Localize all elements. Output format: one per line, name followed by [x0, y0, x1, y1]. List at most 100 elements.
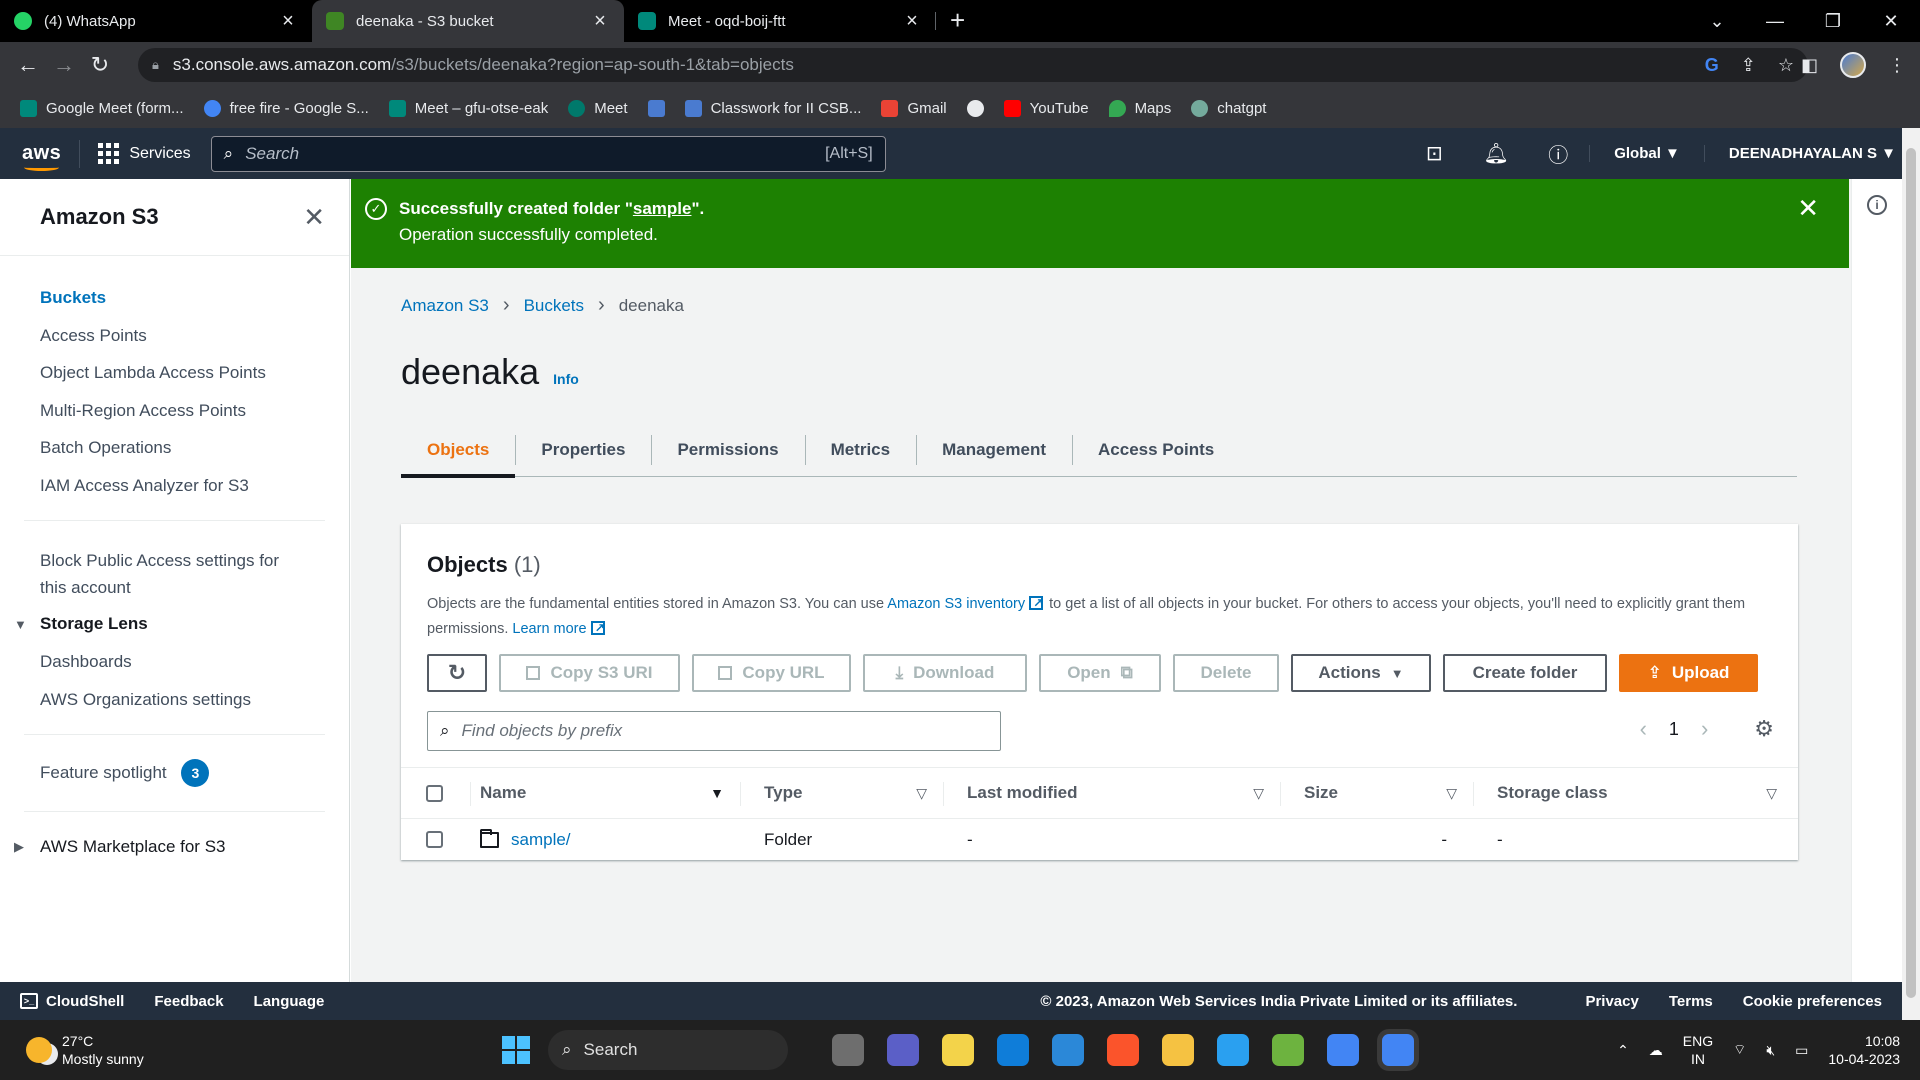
sidebar-item-block-public-access[interactable]: Block Public Access settings for this ac… [40, 537, 309, 605]
taskbar-app-icon[interactable] [942, 1034, 974, 1066]
feedback-link[interactable]: Feedback [154, 993, 223, 1010]
bookmark-item[interactable]: Gmail [881, 99, 947, 117]
taskbar-search[interactable]: ⌕ Search [548, 1030, 788, 1070]
volume-muted-icon[interactable]: 🔇︎ [1766, 1042, 1775, 1059]
dismiss-flash-icon[interactable]: ✕ [1797, 193, 1819, 268]
object-name-link[interactable]: sample/ [511, 830, 571, 850]
bookmark-item[interactable]: chatgpt [1191, 99, 1266, 117]
reload-icon[interactable]: ↻ [82, 52, 118, 78]
close-window-icon[interactable]: ✕ [1862, 11, 1920, 32]
bookmark-item[interactable]: Meet – gfu-otse-eak [388, 99, 548, 117]
minimize-icon[interactable]: — [1746, 11, 1804, 32]
flash-folder-link[interactable]: sample [633, 199, 692, 218]
cookie-preferences-link[interactable]: Cookie preferences [1743, 993, 1882, 1010]
learn-more-link[interactable]: Learn more [512, 621, 586, 637]
clock[interactable]: 10:08 10-04-2023 [1828, 1032, 1900, 1068]
taskbar-app-icon[interactable] [1327, 1034, 1359, 1066]
copy-s3-uri-button[interactable]: Copy S3 URI [499, 654, 680, 692]
bookmark-item[interactable] [647, 99, 665, 117]
profile-avatar[interactable] [1840, 52, 1866, 78]
aws-logo[interactable]: aws [22, 142, 61, 171]
marketplace-section[interactable]: ▶ AWS Marketplace for S3 [14, 828, 309, 866]
storage-lens-section[interactable]: ▼ Storage Lens [14, 605, 309, 643]
column-type[interactable]: Type ▽ [740, 768, 943, 818]
column-size[interactable]: Size ▽ [1280, 768, 1473, 818]
bookmark-item[interactable]: YouTube [1003, 99, 1089, 117]
taskbar-app-icon[interactable] [1052, 1034, 1084, 1066]
cloudshell-icon[interactable]: ⊡ [1403, 141, 1465, 166]
wifi-icon[interactable]: ⌔ [1733, 1041, 1746, 1059]
tab-management[interactable]: Management [916, 423, 1072, 477]
language-indicator[interactable]: ENG IN [1683, 1032, 1713, 1068]
sidebar-item-iam-analyzer[interactable]: IAM Access Analyzer for S3 [40, 467, 309, 505]
sidebar-item-org-settings[interactable]: AWS Organizations settings [40, 681, 309, 719]
bookmark-item[interactable]: free fire - Google S... [203, 99, 369, 117]
account-menu[interactable]: DEENADHAYALAN S ▼ [1703, 145, 1920, 162]
close-tab-icon[interactable]: × [278, 10, 298, 33]
taskbar-app-icon[interactable] [1217, 1034, 1249, 1066]
url-field[interactable]: 🔒︎ s3.console.aws.amazon.com /s3/buckets… [138, 48, 1808, 82]
aws-search-input[interactable]: ⌕ Search [Alt+S] [210, 135, 886, 172]
info-icon[interactable]: i [1867, 195, 1887, 215]
s3-inventory-link[interactable]: Amazon S3 inventory [887, 596, 1025, 612]
sidebar-item-batch-operations[interactable]: Batch Operations [40, 429, 309, 467]
row-checkbox[interactable] [426, 831, 443, 848]
open-button[interactable]: Open ⧉ [1039, 654, 1161, 692]
sidebar-item-object-lambda[interactable]: Object Lambda Access Points [40, 354, 309, 392]
column-last-modified[interactable]: Last modified ▽ [943, 768, 1280, 818]
sidebar-item-access-points[interactable]: Access Points [40, 317, 309, 355]
previous-page-icon[interactable]: ‹ [1640, 716, 1647, 742]
windows-start-icon[interactable] [502, 1036, 530, 1064]
browser-tab-meet[interactable]: Meet - oqd-boij-ftt × [624, 0, 936, 42]
taskbar-app-icon[interactable] [832, 1034, 864, 1066]
tab-access-points[interactable]: Access Points [1072, 423, 1240, 477]
taskbar-app-icon[interactable] [1162, 1034, 1194, 1066]
language-link[interactable]: Language [254, 993, 325, 1010]
share-icon[interactable]: ⇪ [1741, 55, 1756, 76]
side-panel-icon[interactable]: ◧ [1801, 55, 1818, 76]
taskbar-app-icon[interactable] [887, 1034, 919, 1066]
tab-objects[interactable]: Objects [401, 423, 516, 478]
notifications-bell-icon[interactable]: 🔔︎ [1465, 141, 1527, 166]
help-icon[interactable]: ⓘ [1527, 139, 1589, 168]
close-tab-icon[interactable]: × [902, 10, 922, 33]
tab-metrics[interactable]: Metrics [804, 423, 917, 477]
tab-properties[interactable]: Properties [515, 423, 651, 477]
column-name[interactable]: Name ▼ [470, 768, 740, 818]
download-button[interactable]: ⤓ Download [863, 654, 1027, 692]
actions-dropdown[interactable]: Actions ▼ [1291, 654, 1431, 692]
terms-link[interactable]: Terms [1669, 993, 1713, 1010]
refresh-button[interactable]: ↻ [427, 654, 487, 692]
tab-permissions[interactable]: Permissions [651, 423, 804, 477]
breadcrumb-amazon-s3[interactable]: Amazon S3 [401, 296, 489, 316]
next-page-icon[interactable]: › [1701, 716, 1708, 742]
taskbar-app-icon[interactable] [1382, 1034, 1414, 1066]
delete-button[interactable]: Delete [1173, 654, 1279, 692]
upload-button[interactable]: ⇪ Upload [1619, 654, 1758, 692]
forward-icon[interactable]: → [46, 52, 82, 78]
copy-url-button[interactable]: Copy URL [692, 654, 851, 692]
find-objects-input[interactable]: ⌕ Find objects by prefix [427, 711, 1001, 751]
close-tab-icon[interactable]: × [590, 10, 610, 33]
taskbar-app-icon[interactable] [1272, 1034, 1304, 1066]
bookmark-item[interactable] [966, 99, 984, 117]
select-all-checkbox[interactable] [426, 784, 443, 802]
bookmark-item[interactable]: Maps [1108, 99, 1171, 117]
onedrive-icon[interactable]: ☁ [1649, 1042, 1663, 1059]
browser-tab-s3[interactable]: deenaka - S3 bucket × [312, 0, 624, 42]
sidebar-item-multi-region[interactable]: Multi-Region Access Points [40, 392, 309, 430]
sidebar-item-dashboards[interactable]: Dashboards [40, 643, 309, 681]
bookmark-item[interactable]: Meet [568, 99, 628, 117]
bookmark-item[interactable]: Google Meet (form... [20, 99, 184, 117]
menu-kebab-icon[interactable]: ⋮ [1888, 55, 1906, 76]
privacy-link[interactable]: Privacy [1585, 993, 1638, 1010]
new-tab-button[interactable]: + [950, 5, 965, 36]
sidebar-item-buckets[interactable]: Buckets [40, 279, 309, 317]
google-lens-icon[interactable]: G [1705, 55, 1719, 76]
tab-search-icon[interactable]: ⌄ [1688, 11, 1746, 32]
page-scrollbar[interactable] [1902, 128, 1920, 1020]
current-page[interactable]: 1 [1669, 719, 1679, 740]
bookmark-star-icon[interactable]: ☆ [1778, 55, 1794, 76]
battery-icon[interactable]: ▭ [1795, 1042, 1808, 1059]
services-menu[interactable]: Services [98, 143, 191, 164]
